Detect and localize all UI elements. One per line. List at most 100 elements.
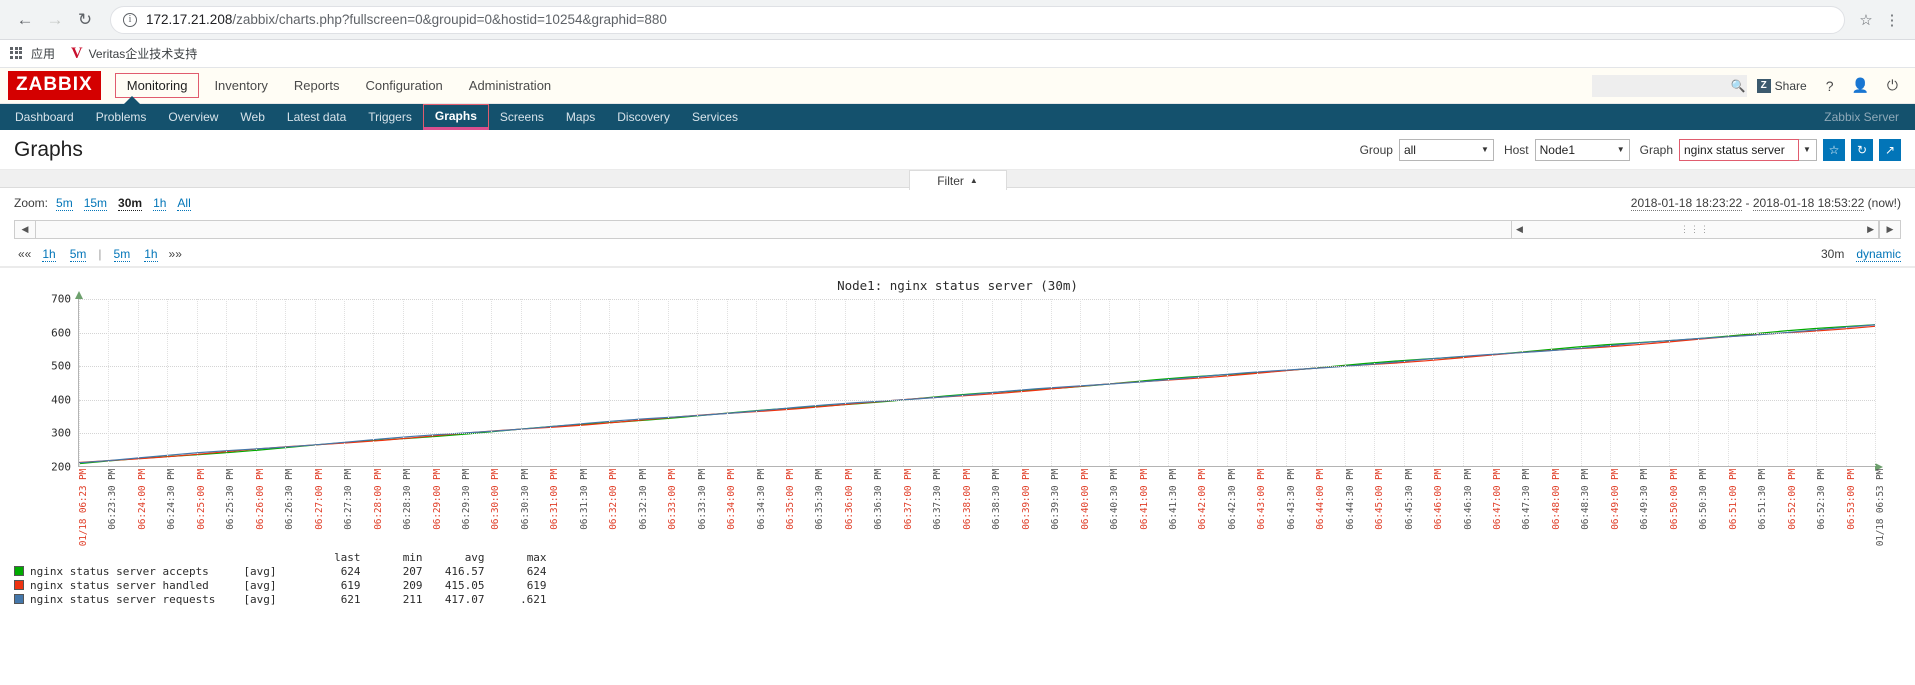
subnav-item-web[interactable]: Web [229,104,275,130]
subnav-item-overview[interactable]: Overview [157,104,229,130]
date-to: 2018-01-18 18:53:22 [1752,196,1865,211]
legend-avg-value: 417.07 [444,593,485,606]
x-gridline [697,299,699,466]
share-button[interactable]: Z Share [1747,78,1817,93]
back-arrow-icon[interactable]: ← [10,5,40,35]
menu-item-administration[interactable]: Administration [458,74,562,97]
legend-aggregate-fn: [avg] [243,593,277,606]
step-back-all[interactable]: «« [18,247,31,261]
bookmark-veritas[interactable]: V Veritas企业技术支持 [71,45,197,63]
legend-header-name [24,551,243,565]
zoom-option-all[interactable]: All [177,196,191,211]
x-gridline [991,299,993,466]
y-gridline [79,399,1875,401]
zoom-option-30m[interactable]: 30m [118,196,143,211]
step-fwd-all[interactable]: »» [169,247,182,261]
subnav-item-services[interactable]: Services [681,104,749,130]
x-axis-tick-label: 06:42:30 PM [1226,469,1238,530]
legend-aggregate-fn: [avg] [243,579,277,592]
legend-avg-value: 415.05 [444,579,485,592]
subnav-item-triggers[interactable]: Triggers [357,104,423,130]
subnav-item-screens[interactable]: Screens [489,104,555,130]
bookmark-star-icon[interactable]: ☆ [1853,7,1879,33]
x-gridline [491,299,493,466]
x-gridline [932,299,934,466]
step-fwd-5m[interactable]: 5m [113,247,131,262]
subnav-item-maps[interactable]: Maps [555,104,606,130]
menu-item-reports[interactable]: Reports [283,74,351,97]
step-back-1h[interactable]: 1h [42,247,56,262]
graph-filter-controls: Group all ▼ Host Node1 ▼ Graph nginx sta… [1350,138,1901,161]
x-axis-tick-label: 06:47:30 PM [1521,469,1533,530]
url-bar[interactable]: i 172.17.21.208/zabbix/charts.php?fullsc… [110,5,1845,34]
favorite-star-icon[interactable]: ☆ [1823,138,1845,161]
y-axis-arrow-icon [74,291,83,299]
x-gridline [1256,299,1258,466]
handle-grip-icon[interactable]: ⋮⋮⋮ [1680,224,1710,235]
zoom-option-5m[interactable]: 5m [56,196,73,211]
dynamic-toggle[interactable]: dynamic [1856,247,1901,262]
x-axis-tick-label: 06:27:30 PM [343,469,355,530]
time-scroll-handle[interactable]: ◀ ⋮⋮⋮ ▶ [1511,219,1879,239]
site-info-icon[interactable]: i [123,12,137,27]
graph-select[interactable]: nginx status server ▼ [1679,138,1817,161]
group-select[interactable]: all ▼ [1398,138,1494,161]
subnav-item-discovery[interactable]: Discovery [606,104,681,130]
subnav-item-graphs[interactable]: Graphs [422,104,489,130]
chart-plot-area[interactable]: 200 300 400 500 600 700 [51,291,1883,474]
search-icon[interactable]: 🔍 [1731,79,1746,93]
bookmark-apps[interactable]: 应用 [10,45,55,62]
legend-last-value: 619 [340,579,361,592]
x-gridline [1080,299,1082,466]
y-axis-tick-label: 200 [51,460,71,474]
x-gridline [1610,299,1612,466]
y-axis-tick-label: 500 [51,359,71,373]
chart-series-svg [79,299,1875,466]
x-axis-tick-label: 06:45:30 PM [1403,469,1415,530]
forward-arrow-icon[interactable]: → [40,5,70,35]
x-axis-tick-label: 01/18 06:23 PM [78,469,89,547]
host-select[interactable]: Node1 ▼ [1534,138,1630,161]
x-axis-tick-label: 06:37:30 PM [932,469,944,530]
x-axis-tick-label: 06:26:30 PM [284,469,296,530]
date-range[interactable]: 2018-01-18 18:23:22 - 2018-01-18 18:53:2… [1630,196,1901,211]
zoom-option-1h[interactable]: 1h [153,196,167,211]
zabbix-logo[interactable]: ZABBIX [8,71,101,100]
step-back-5m[interactable]: 5m [69,247,87,262]
scroll-right-button[interactable]: ▶ [1879,219,1901,239]
help-button[interactable]: ? [1817,78,1843,94]
legend-avg-value: 416.57 [444,565,485,578]
expand-fullscreen-icon[interactable]: ↗ [1879,138,1901,161]
menu-item-inventory[interactable]: Inventory [203,74,278,97]
filter-tab[interactable]: Filter ▲ [908,170,1007,190]
zoom-option-15m[interactable]: 15m [83,196,108,211]
kebab-menu-icon[interactable]: ⋮ [1879,7,1905,33]
x-gridline [1403,299,1405,466]
legend-header-fn [243,551,298,565]
step-fwd-1h[interactable]: 1h [144,247,158,262]
refresh-icon[interactable]: ↻ [1851,138,1873,161]
search-input[interactable] [1597,75,1731,96]
power-icon[interactable]: ⏻ [1878,77,1907,94]
user-icon[interactable]: 👤 [1842,77,1877,94]
subnav-item-dashboard[interactable]: Dashboard [4,104,85,130]
zoom-label: Zoom: [14,196,49,210]
subnav-item-problems[interactable]: Problems [85,104,158,130]
legend-header-row: last min avg max [14,551,547,565]
x-gridline [815,299,817,466]
x-axis-tick-label: 06:28:00 PM [372,469,384,530]
scroll-left-button[interactable]: ◀ [14,219,36,239]
subnav-item-latest-data[interactable]: Latest data [276,104,357,130]
legend-table: last min avg max nginx status server acc… [14,551,547,607]
reload-icon[interactable]: ↻ [70,5,100,35]
handle-left-arrow-icon[interactable]: ◀ [1516,224,1523,235]
x-axis-tick-label: 06:36:30 PM [873,469,885,530]
time-scroll-track-left[interactable] [36,219,1511,239]
menu-item-configuration[interactable]: Configuration [354,74,453,97]
time-scrollbar[interactable]: ◀ ◀ ⋮⋮⋮ ▶ ▶ [14,219,1901,239]
x-axis-tick-label: 06:30:30 PM [519,469,531,530]
menu-item-monitoring[interactable]: Monitoring [114,73,200,98]
x-gridline [432,299,434,466]
handle-right-arrow-icon[interactable]: ▶ [1867,224,1874,235]
global-search[interactable]: 🔍 [1591,74,1747,97]
